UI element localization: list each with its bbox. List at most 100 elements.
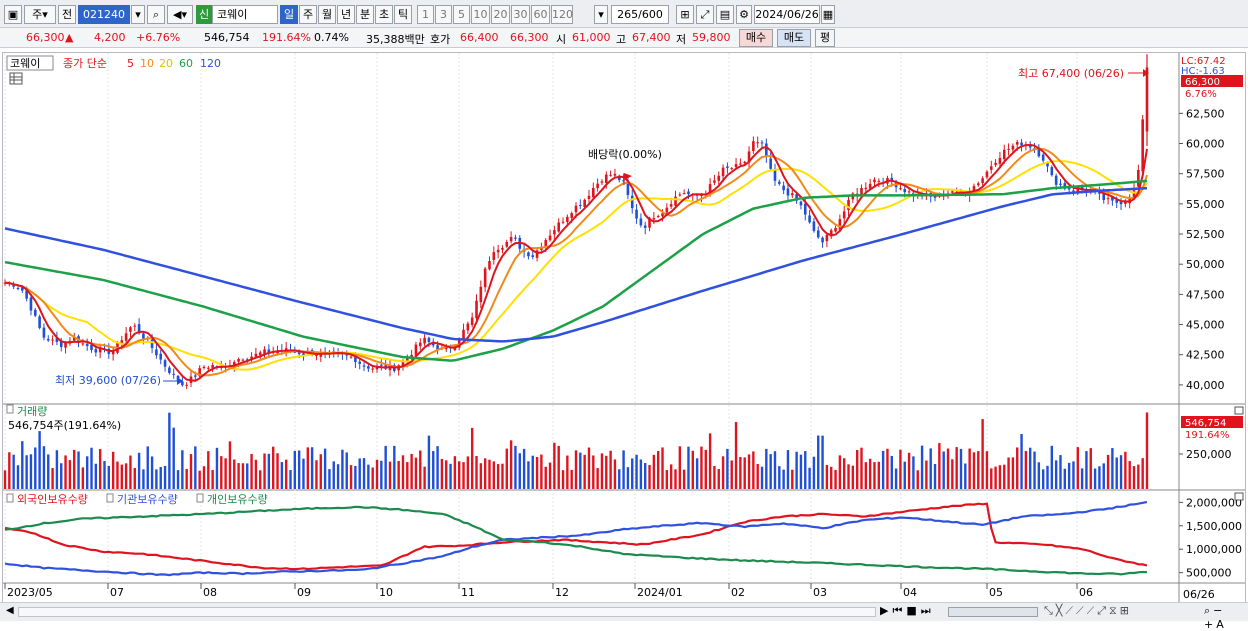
turnover-rate: 0.74% [314,31,349,44]
candle-body [769,158,772,169]
minute-tab-20[interactable]: 20 [491,5,510,24]
period-select[interactable]: 주▾ [24,5,56,24]
table-icon[interactable] [9,72,23,85]
candle-body [682,193,686,195]
period-tab-4[interactable]: 분 [356,5,374,24]
gear-icon[interactable]: ⚙ [736,5,752,24]
chevron-down-icon[interactable]: ▾ [131,5,145,24]
zoom-tools-icon[interactable]: ⌕−+A [1204,604,1248,631]
close-icon[interactable] [1234,406,1244,415]
volume-bar [708,433,712,489]
candle-body [159,353,163,360]
chevron-down-icon[interactable]: ▾ [594,5,608,24]
stock-code-input[interactable]: 021240 [78,5,130,24]
minute-tab-10[interactable]: 10 [471,5,490,24]
candle-body [42,327,46,338]
minute-tab-5[interactable]: 5 [453,5,470,24]
candle-body [241,359,245,361]
minute-tab-60[interactable]: 60 [531,5,550,24]
volume-bar [94,463,98,489]
candle-body [561,221,565,223]
volume-bar [3,470,7,489]
prefix-button[interactable]: 전 [58,5,76,24]
volume-bar [795,451,798,489]
scrollbar-track[interactable] [18,607,876,617]
candle-body [574,205,578,213]
volume-bar [68,460,72,489]
volume-bar [1115,457,1118,489]
volume-bar [596,468,599,489]
volume-bar [1089,448,1092,489]
draw-tools-icon[interactable]: ⤡╳⟋⟋⟋⤢⧖⊞ [1044,604,1132,618]
volume-bar [756,464,759,489]
minute-tab-120[interactable]: 120 [551,5,573,24]
search-icon[interactable]: ⌕ [147,5,165,24]
minute-tab-30[interactable]: 30 [511,5,530,24]
volume-bar [306,447,310,489]
period-tab-5[interactable]: 초 [375,5,393,24]
period-tab-0[interactable]: 일 [280,5,298,24]
volume-bar [492,461,496,489]
volume-bar [276,453,279,489]
save-icon[interactable]: ▤ [716,5,734,24]
candle-body [168,367,171,373]
candle-body [501,248,504,250]
stock-name-field[interactable]: 코웨이 [212,5,278,24]
candle-body [94,349,98,353]
candle-body [181,381,184,386]
volume-bar [1033,451,1036,489]
volume-bar [752,451,755,489]
candle-body [155,349,158,356]
candle-body [734,164,738,168]
chart-area[interactable]: 2023/05 07 08 09 10 11 12 2024/01 02 03 04 05 06 62,… [2,52,1246,604]
volume-bar [436,446,439,489]
volume-bar [925,460,928,489]
count-field[interactable]: 265/600 [611,5,669,24]
period-tab-6[interactable]: 틱 [394,5,412,24]
volume-bar [51,468,54,489]
minute-tab-1[interactable]: 1 [417,5,434,24]
candle-body [129,327,132,332]
buy-button[interactable]: 매수 [739,29,773,47]
candle-body [1015,141,1019,145]
candle-body [899,188,902,190]
layout-icon[interactable]: ▣ [4,5,22,24]
volume-bar [938,443,941,489]
close-icon[interactable] [1234,492,1244,501]
eval-button[interactable]: 평 [815,29,835,47]
candle-body [656,216,660,218]
volume-bar [60,463,63,489]
candle-body [726,166,729,168]
speaker-icon[interactable]: ◀▾ [167,5,193,24]
scroll-left-icon[interactable]: ◀ [6,605,14,616]
volume-bar [977,451,980,489]
volume-bar [834,469,837,489]
dividend-annotation: 배당락(0.00%) [588,148,662,161]
volume-bar [16,465,20,489]
candle-body [864,187,868,190]
date-field[interactable]: 2024/06/26 [754,5,820,24]
y-tick-label: 62,500 [1186,107,1225,120]
volume-bar [799,454,803,489]
volume-bar [1007,457,1010,489]
period-tab-3[interactable]: 년 [337,5,355,24]
calendar-icon[interactable]: ▦ [821,5,835,24]
zoom-slider[interactable] [948,607,1038,617]
volume-bar [635,454,638,489]
candle-body [380,364,383,366]
period-tab-1[interactable]: 주 [299,5,317,24]
minute-tab-3[interactable]: 3 [435,5,452,24]
volume-bar [488,459,491,489]
candle-body [1106,198,1110,200]
volume-bar [1041,469,1045,489]
volume-bar [955,447,958,489]
volume-bar [959,448,963,489]
zoom-icon[interactable]: ⤢ [696,5,714,24]
playback-controls[interactable]: ▶⏮■⏭ [880,604,935,618]
period-tab-2[interactable]: 월 [318,5,336,24]
volume-bar [341,449,344,489]
chart-tool-icon[interactable]: ⊞ [676,5,694,24]
candle-body [1072,190,1075,192]
sell-button[interactable]: 매도 [777,29,811,47]
volume-bar [371,467,374,489]
